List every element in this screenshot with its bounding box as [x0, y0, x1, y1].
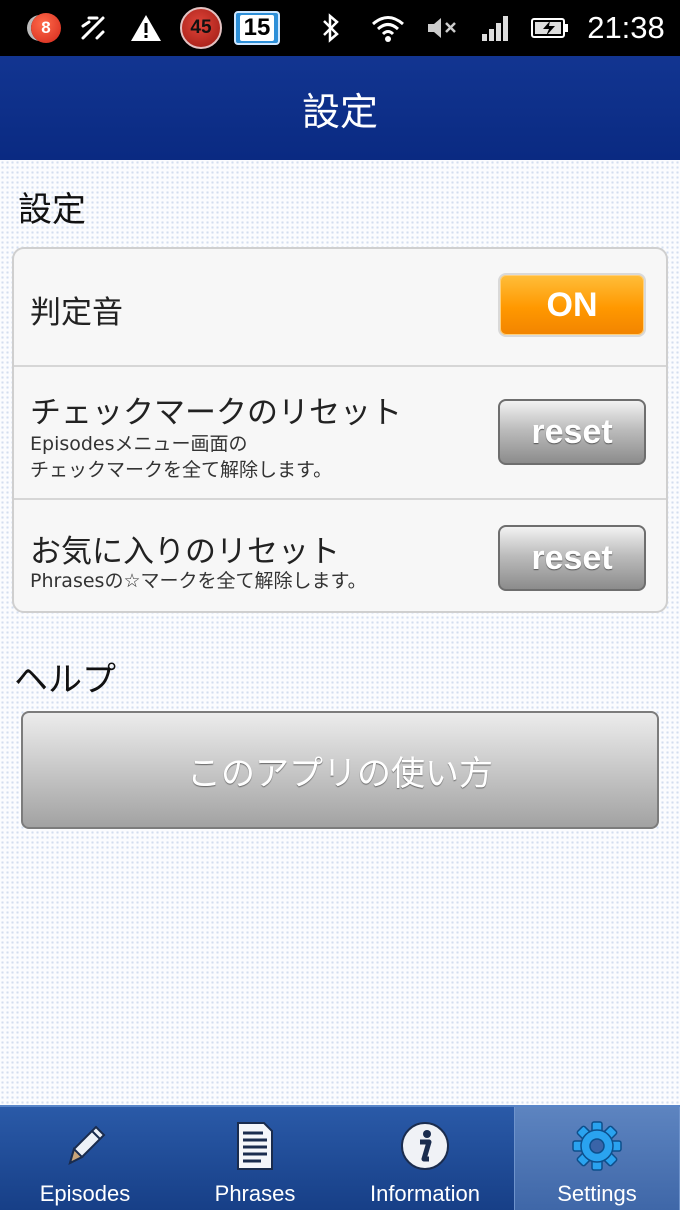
- judge-sound-toggle[interactable]: ON: [498, 273, 646, 337]
- favorites-reset-row: お気に入りのリセット Phrasesの☆マークを全て解除します。 reset: [14, 498, 666, 611]
- bluetooth-icon: [318, 0, 344, 56]
- checkmark-reset-description: Episodesメニュー画面の チェックマークを全て解除します。: [30, 433, 333, 481]
- status-bar: 8 45 15 21:38: [0, 0, 680, 56]
- pencil-icon: [68, 1125, 106, 1165]
- battery-charging-icon: [530, 0, 570, 56]
- signal-icon: [478, 0, 514, 56]
- tab-settings[interactable]: Settings: [514, 1107, 680, 1210]
- wifi-icon: [368, 0, 408, 56]
- timer-icon: 45: [178, 0, 224, 56]
- warning-icon: [128, 0, 164, 56]
- favorites-reset-label: お気に入りのリセット: [30, 534, 340, 570]
- judge-sound-row: 判定音 ON: [14, 249, 666, 365]
- tab-phrases[interactable]: Phrases: [170, 1107, 340, 1210]
- bottom-tab-bar: Episodes Phrases Information Settings: [0, 1105, 680, 1210]
- settings-card: 判定音 ON チェックマークのリセット Episodesメニュー画面の チェック…: [12, 247, 668, 613]
- usb-debug-icon: [76, 0, 110, 56]
- notification-badge-icon: 8: [26, 0, 66, 56]
- title-bar: 設定: [0, 56, 680, 160]
- checkmark-reset-button[interactable]: reset: [498, 399, 646, 465]
- calendar-icon: 15: [232, 0, 282, 56]
- tab-information-label: Information: [369, 1181, 481, 1206]
- tab-episodes[interactable]: Episodes: [0, 1107, 170, 1210]
- mute-icon: [424, 0, 460, 56]
- favorites-reset-description: Phrasesの☆マークを全て解除します。: [30, 570, 367, 592]
- gear-icon: [572, 1121, 622, 1171]
- settings-section-heading: 設定: [18, 190, 86, 230]
- checkmark-reset-label: チェックマークのリセット: [30, 395, 402, 431]
- checkmark-reset-row: チェックマークのリセット Episodesメニュー画面の チェックマークを全て解…: [14, 365, 666, 498]
- info-icon: [401, 1122, 449, 1170]
- notification-count: 8: [31, 13, 61, 43]
- judge-sound-label: 判定音: [30, 295, 123, 331]
- page-title: 設定: [301, 89, 378, 134]
- tab-phrases-label: Phrases: [214, 1181, 296, 1206]
- help-section-heading: ヘルプ: [14, 660, 116, 700]
- tab-settings-label: Settings: [557, 1181, 637, 1206]
- tab-episodes-label: Episodes: [39, 1181, 131, 1206]
- timer-badge: 45: [180, 7, 222, 49]
- how-to-use-button[interactable]: このアプリの使い方: [21, 711, 659, 829]
- status-time: 21:38: [587, 10, 665, 45]
- favorites-reset-button[interactable]: reset: [498, 525, 646, 591]
- calendar-day: 15: [239, 15, 275, 41]
- document-icon: [237, 1122, 273, 1170]
- tab-information[interactable]: Information: [340, 1107, 510, 1210]
